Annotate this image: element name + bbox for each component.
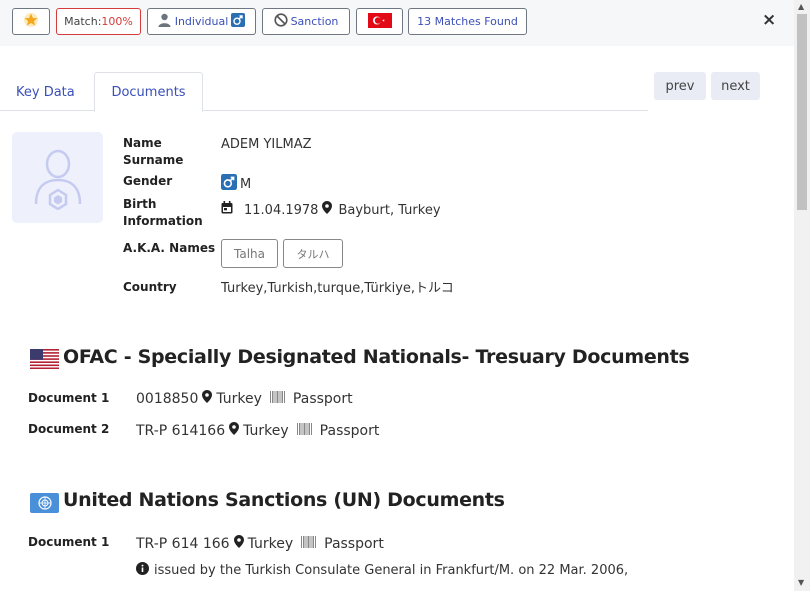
individual-label: Individual xyxy=(174,15,229,28)
document-note-text: issued by the Turkish Consulate General … xyxy=(154,563,629,578)
document-type: Passport xyxy=(324,535,384,552)
document-note: issued by the Turkish Consulate General … xyxy=(136,562,628,579)
sanction-button[interactable]: Sanction xyxy=(262,8,350,35)
gender-text: M xyxy=(240,177,252,192)
country-value: Turkey,Turkish,turque,Türkiye,トルコ xyxy=(221,281,454,296)
us-flag-icon xyxy=(30,349,59,369)
name-value: ADEM YILMAZ xyxy=(221,137,312,152)
birth-place: Bayburt, Turkey xyxy=(338,202,441,218)
avatar xyxy=(12,132,103,223)
favorite-button[interactable] xyxy=(12,8,50,35)
birth-value: 11.04.1978 Bayburt, Turkey xyxy=(221,201,441,219)
aka-name-chip[interactable]: タルハ xyxy=(283,239,343,268)
document-label: Document 1 xyxy=(28,391,110,405)
location-pin-icon xyxy=(202,390,213,407)
location-pin-icon xyxy=(229,422,240,439)
document-type: Passport xyxy=(319,422,380,439)
name-label-line2: Surname xyxy=(123,153,184,167)
prev-button[interactable]: prev xyxy=(654,72,706,100)
match-value: 100% xyxy=(101,15,133,28)
page: Match: 100% Individual Sanction 13 Match… xyxy=(0,0,794,591)
document-country: Turkey xyxy=(247,535,294,552)
aka-label: A.K.A. Names xyxy=(123,241,216,255)
male-icon xyxy=(231,13,246,30)
document-row: TR-P 614 166 Turkey Passport xyxy=(136,535,384,552)
gender-label: Gender xyxy=(123,174,173,188)
aka-name-chip[interactable]: Talha xyxy=(221,239,278,268)
calendar-icon xyxy=(221,201,233,219)
star-icon xyxy=(23,12,39,31)
document-number: 0018850 xyxy=(136,390,199,407)
match-label: Match: xyxy=(64,15,102,28)
sanction-label: Sanction xyxy=(290,15,339,28)
name-label: Name Surname xyxy=(123,135,183,169)
barcode-icon xyxy=(269,390,285,407)
matches-found-button[interactable]: 13 Matches Found xyxy=(408,8,527,35)
country-flag-button[interactable] xyxy=(356,8,403,35)
tab-bar: Key Data Documents xyxy=(0,72,648,112)
birth-date: 11.04.1978 xyxy=(244,202,319,218)
ban-icon xyxy=(273,13,288,30)
document-number: TR-P 614166 xyxy=(136,422,226,439)
document-country: Turkey xyxy=(243,422,289,439)
turkey-flag-icon xyxy=(367,12,392,31)
individual-button[interactable]: Individual xyxy=(147,8,256,35)
male-icon xyxy=(221,174,237,195)
document-row: TR-P 614166 Turkey Passport xyxy=(136,422,379,439)
barcode-icon xyxy=(301,535,317,552)
match-badge[interactable]: Match: 100% xyxy=(56,8,141,35)
document-label: Document 1 xyxy=(28,535,110,549)
document-type: Passport xyxy=(292,390,353,407)
tab-key-data[interactable]: Key Data xyxy=(16,72,75,112)
scroll-up-arrow-icon[interactable]: ▲ xyxy=(798,2,804,11)
document-number: TR-P 614 166 xyxy=(136,535,230,552)
un-section-title: United Nations Sanctions (UN) Documents xyxy=(63,489,505,511)
country-label: Country xyxy=(123,280,177,294)
name-label-line1: Name xyxy=(123,136,162,150)
next-button[interactable]: next xyxy=(711,72,760,100)
user-placeholder-icon xyxy=(34,149,81,210)
scroll-down-arrow-icon[interactable]: ▼ xyxy=(798,578,804,587)
location-pin-icon xyxy=(233,535,244,552)
scrollbar-thumb[interactable] xyxy=(797,14,807,210)
ofac-section-title: OFAC - Specially Designated Nationals- T… xyxy=(63,346,690,368)
tab-documents[interactable]: Documents xyxy=(94,72,203,112)
birth-label-line2: Information xyxy=(123,214,203,228)
toolbar: Match: 100% Individual Sanction 13 Match… xyxy=(0,0,794,46)
close-button[interactable]: × xyxy=(762,10,776,30)
barcode-icon xyxy=(296,422,312,439)
document-row: 0018850 Turkey Passport xyxy=(136,390,353,407)
gender-value: M xyxy=(221,174,251,195)
document-country: Turkey xyxy=(216,390,262,407)
person-icon xyxy=(158,13,171,30)
un-flag-icon xyxy=(30,493,59,513)
location-pin-icon xyxy=(322,201,333,219)
matches-found-label: 13 Matches Found xyxy=(417,15,518,28)
birth-label: Birth Information xyxy=(123,196,203,230)
document-label: Document 2 xyxy=(28,422,110,436)
info-icon xyxy=(136,562,149,579)
birth-label-line1: Birth xyxy=(123,197,157,211)
